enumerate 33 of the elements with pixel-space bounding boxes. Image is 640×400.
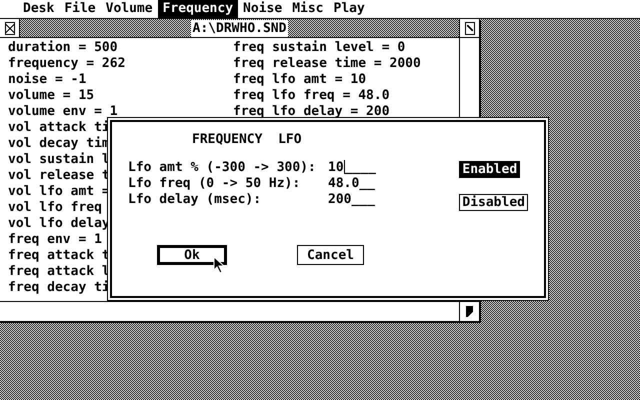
parameter-line: duration = 500: [8, 40, 118, 56]
pointer-icon: [213, 256, 225, 274]
parameter-line: freq release time = 2000: [233, 56, 421, 72]
field-label: Lfo amt % (-300 -> 300):: [128, 160, 317, 176]
parameter-line: volume = 15: [8, 88, 94, 104]
input-field[interactable]: 200___: [328, 192, 375, 208]
parameter-line: vol lfo delay: [8, 216, 110, 232]
menu-item[interactable]: Desk: [18, 0, 60, 18]
parameter-line: noise = -1: [8, 72, 86, 88]
menu-item[interactable]: File: [59, 0, 101, 18]
dialog-button[interactable]: Ok: [157, 245, 227, 265]
input-field[interactable]: 10____: [328, 160, 376, 176]
field-label: Lfo delay (msec):: [128, 192, 262, 208]
menu-item[interactable]: Misc: [287, 0, 328, 18]
toggle-button[interactable]: Disabled: [459, 194, 528, 211]
parameter-line: freq sustain level = 0: [233, 40, 406, 56]
input-field[interactable]: 48.0__: [328, 176, 375, 192]
parameter-line: freq lfo delay = 200: [233, 104, 390, 120]
dialog-button[interactable]: Cancel: [297, 245, 364, 265]
dialog-title: FREQUENCY LFO: [192, 132, 303, 149]
menu-item[interactable]: Frequency: [158, 0, 238, 18]
menu-item[interactable]: Play: [328, 0, 370, 18]
toggle-button[interactable]: Enabled: [459, 161, 520, 178]
parameter-line: freq lfo amt = 10: [233, 72, 366, 88]
field-label: Lfo freq (0 -> 50 Hz):: [128, 176, 302, 192]
menu-item[interactable]: Noise: [238, 0, 288, 18]
parameter-line: frequency = 262: [8, 56, 126, 72]
parameter-line: vol lfo freq: [8, 200, 102, 216]
menu-item[interactable]: Volume: [100, 0, 158, 18]
parameter-line: volume env = 1: [8, 104, 118, 120]
parameter-line: freq lfo freq = 48.0: [233, 88, 390, 104]
window-title: A:\DRWHO.SND: [190, 20, 288, 36]
parameter-line: freq env = 1: [8, 232, 102, 248]
